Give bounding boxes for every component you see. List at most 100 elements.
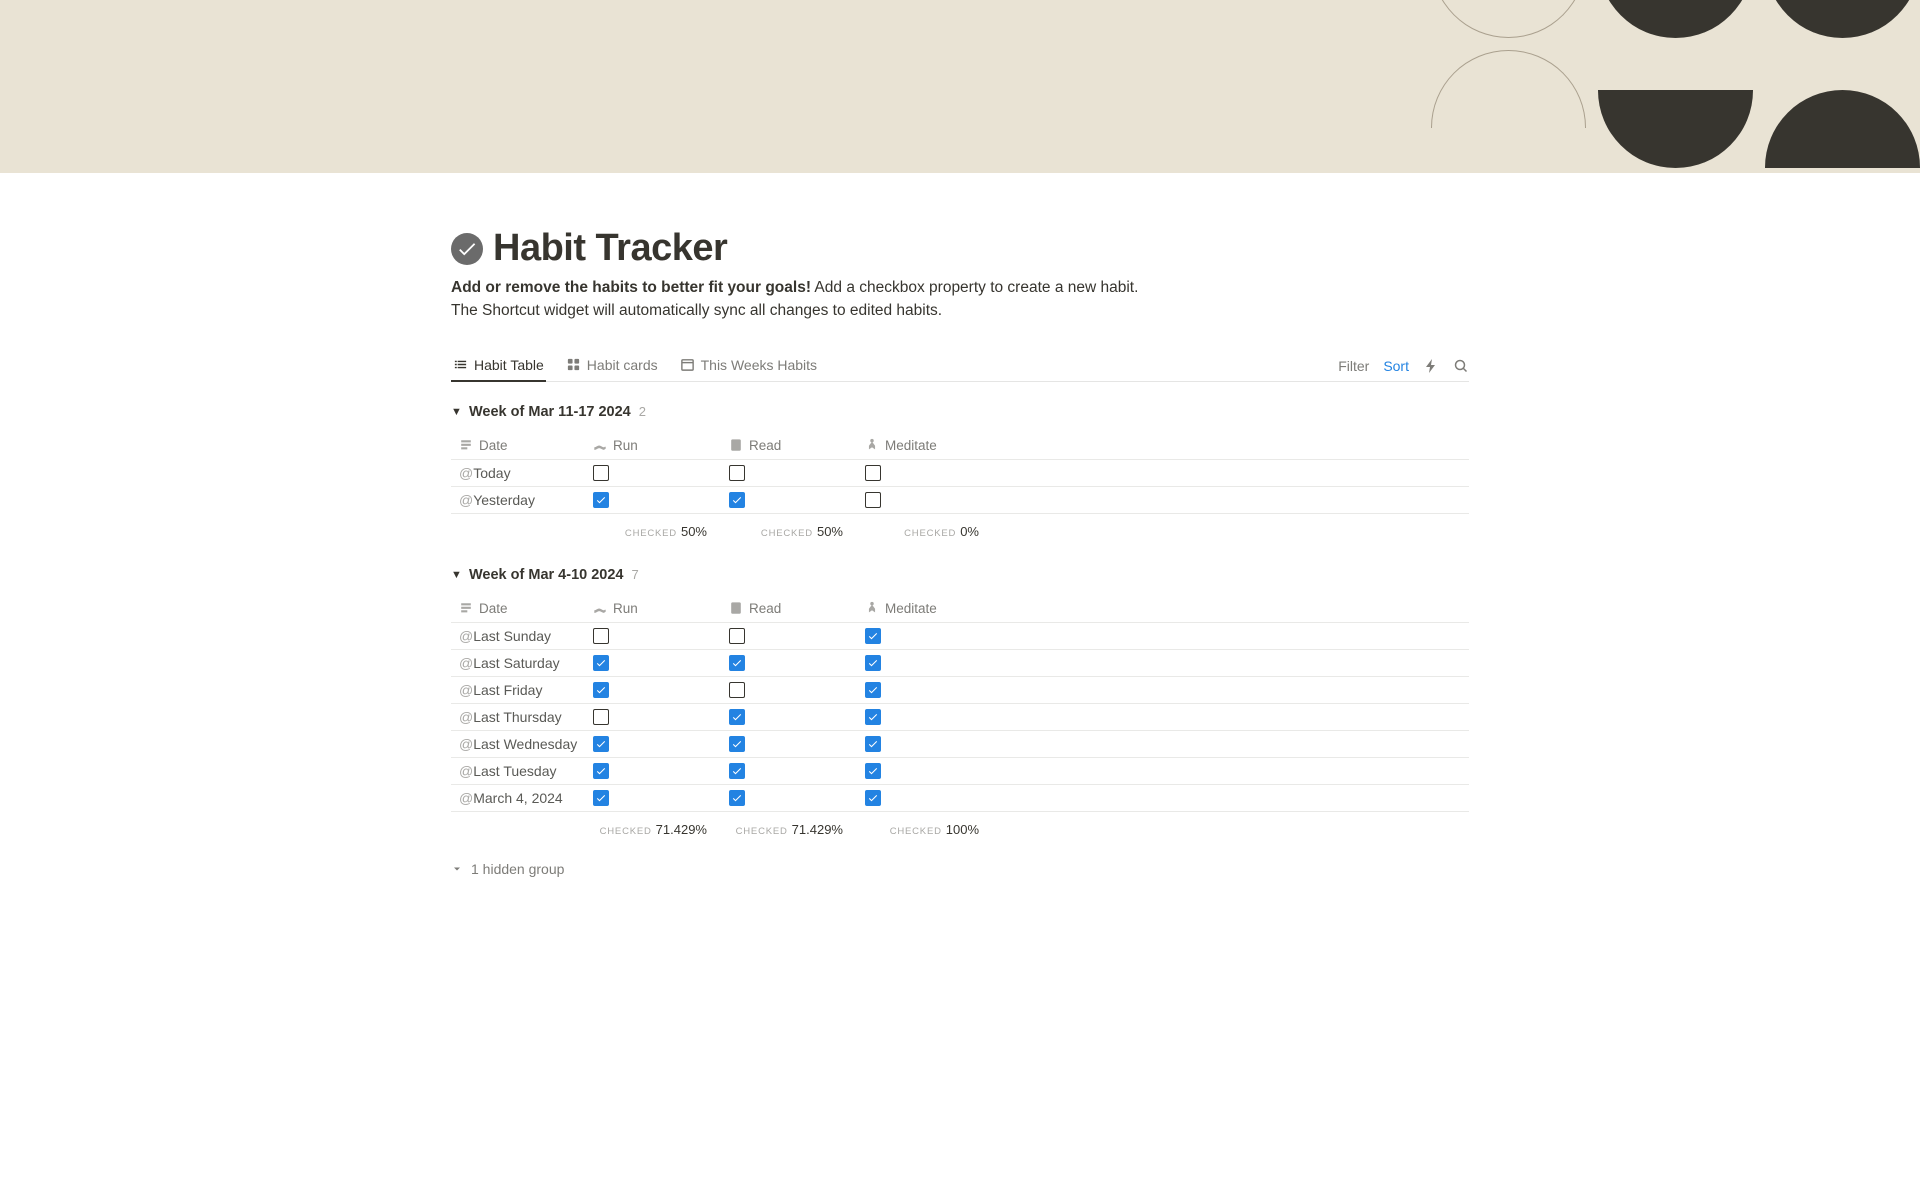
description-rest: Add a checkbox property to create a new … [811,279,1138,296]
tab-habit-cards[interactable]: Habit cards [564,351,660,382]
group-header[interactable]: ▼ Week of Mar 11-17 2024 2 [451,400,1469,432]
summary-meditate-value: 100% [946,822,979,837]
date-cell: @Today [451,465,593,481]
checkbox[interactable] [593,655,609,671]
hidden-group-toggle[interactable]: 1 hidden group [451,861,1469,877]
group-header[interactable]: ▼ Week of Mar 4-10 2024 7 [451,563,1469,595]
checkbox[interactable] [593,763,609,779]
table-row[interactable]: @Last Tuesday [451,758,1469,785]
table-header: Date Run Read Meditate [451,432,1469,460]
tab-label: This Weeks Habits [701,357,817,373]
sort-button[interactable]: Sort [1383,358,1409,374]
gallery-icon [566,357,581,372]
read-icon [729,601,743,615]
read-icon [729,438,743,452]
table-row[interactable]: @Yesterday [451,487,1469,514]
table-row[interactable]: @Last Sunday [451,623,1469,650]
column-read-label: Read [749,601,781,616]
checkbox[interactable] [865,763,881,779]
filter-button[interactable]: Filter [1338,358,1369,374]
summary-read-value: 71.429% [792,822,843,837]
checkbox[interactable] [729,492,745,508]
date-cell: @Last Wednesday [451,736,593,752]
date-cell: @Yesterday [451,492,593,508]
summary-label: CHECKED [600,826,652,837]
collapse-arrow-icon: ▼ [451,406,461,418]
table-row[interactable]: @Last Friday [451,677,1469,704]
checkbox[interactable] [865,628,881,644]
column-read-label: Read [749,438,781,453]
summary-label: CHECKED [625,528,677,539]
date-cell: @March 4, 2024 [451,790,593,806]
summary-read-value: 50% [817,524,843,539]
checkbox[interactable] [865,709,881,725]
checkbox[interactable] [865,736,881,752]
summary-label: CHECKED [761,528,813,539]
meditate-icon [865,601,879,615]
cover-decoration [1431,0,1920,168]
text-icon [459,601,473,615]
checkbox[interactable] [865,465,881,481]
checkbox[interactable] [729,736,745,752]
hidden-group-label: 1 hidden group [471,861,564,877]
checkbox[interactable] [865,492,881,508]
checkbox[interactable] [593,628,609,644]
checkbox[interactable] [865,682,881,698]
summary-label: CHECKED [890,826,942,837]
checkbox[interactable] [593,465,609,481]
checkbox[interactable] [593,682,609,698]
page-cover [0,0,1920,173]
summary-run-value: 71.429% [656,822,707,837]
date-cell: @Last Saturday [451,655,593,671]
page-description: Add or remove the habits to better fit y… [451,276,1469,323]
checkbox[interactable] [729,763,745,779]
table-header: Date Run Read Meditate [451,595,1469,623]
column-meditate-label: Meditate [885,601,937,616]
tab-habit-table[interactable]: Habit Table [451,351,546,382]
page-title: Habit Tracker [493,227,727,270]
checkbox[interactable] [729,465,745,481]
checkbox[interactable] [593,492,609,508]
group-title: Week of Mar 11-17 2024 [469,404,631,420]
date-cell: @Last Sunday [451,628,593,644]
table-row[interactable]: @Today [451,460,1469,487]
date-cell: @Last Friday [451,682,593,698]
column-run-label: Run [613,601,638,616]
summary-label: CHECKED [904,528,956,539]
meditate-icon [865,438,879,452]
lightning-icon[interactable] [1423,358,1439,374]
date-cell: @Last Tuesday [451,763,593,779]
description-line2: The Shortcut widget will automatically s… [451,302,942,319]
summary-run-value: 50% [681,524,707,539]
checkbox[interactable] [593,736,609,752]
summary-row: CHECKED71.429% CHECKED71.429% CHECKED100… [451,812,1469,843]
tab-this-weeks-habits[interactable]: This Weeks Habits [678,351,819,382]
checkbox[interactable] [729,682,745,698]
column-meditate-label: Meditate [885,438,937,453]
tab-label: Habit Table [474,357,544,373]
page-icon-check [451,233,483,265]
column-run-label: Run [613,438,638,453]
checkbox[interactable] [729,655,745,671]
table-row[interactable]: @Last Wednesday [451,731,1469,758]
view-tabs: Habit Table Habit cards This Weeks Habit… [451,351,819,381]
list-icon [453,357,468,372]
checkbox[interactable] [729,790,745,806]
checkbox[interactable] [593,790,609,806]
checkbox[interactable] [865,655,881,671]
run-icon [593,438,607,452]
checkbox[interactable] [729,628,745,644]
checkbox[interactable] [865,790,881,806]
description-bold: Add or remove the habits to better fit y… [451,279,811,296]
search-icon[interactable] [1453,358,1469,374]
text-icon [459,438,473,452]
calendar-icon [680,357,695,372]
date-cell: @Last Thursday [451,709,593,725]
table-row[interactable]: @March 4, 2024 [451,785,1469,812]
checkbox[interactable] [593,709,609,725]
column-date-label: Date [479,438,508,453]
table-row[interactable]: @Last Thursday [451,704,1469,731]
checkbox[interactable] [729,709,745,725]
table-row[interactable]: @Last Saturday [451,650,1469,677]
group-count: 2 [639,404,646,419]
